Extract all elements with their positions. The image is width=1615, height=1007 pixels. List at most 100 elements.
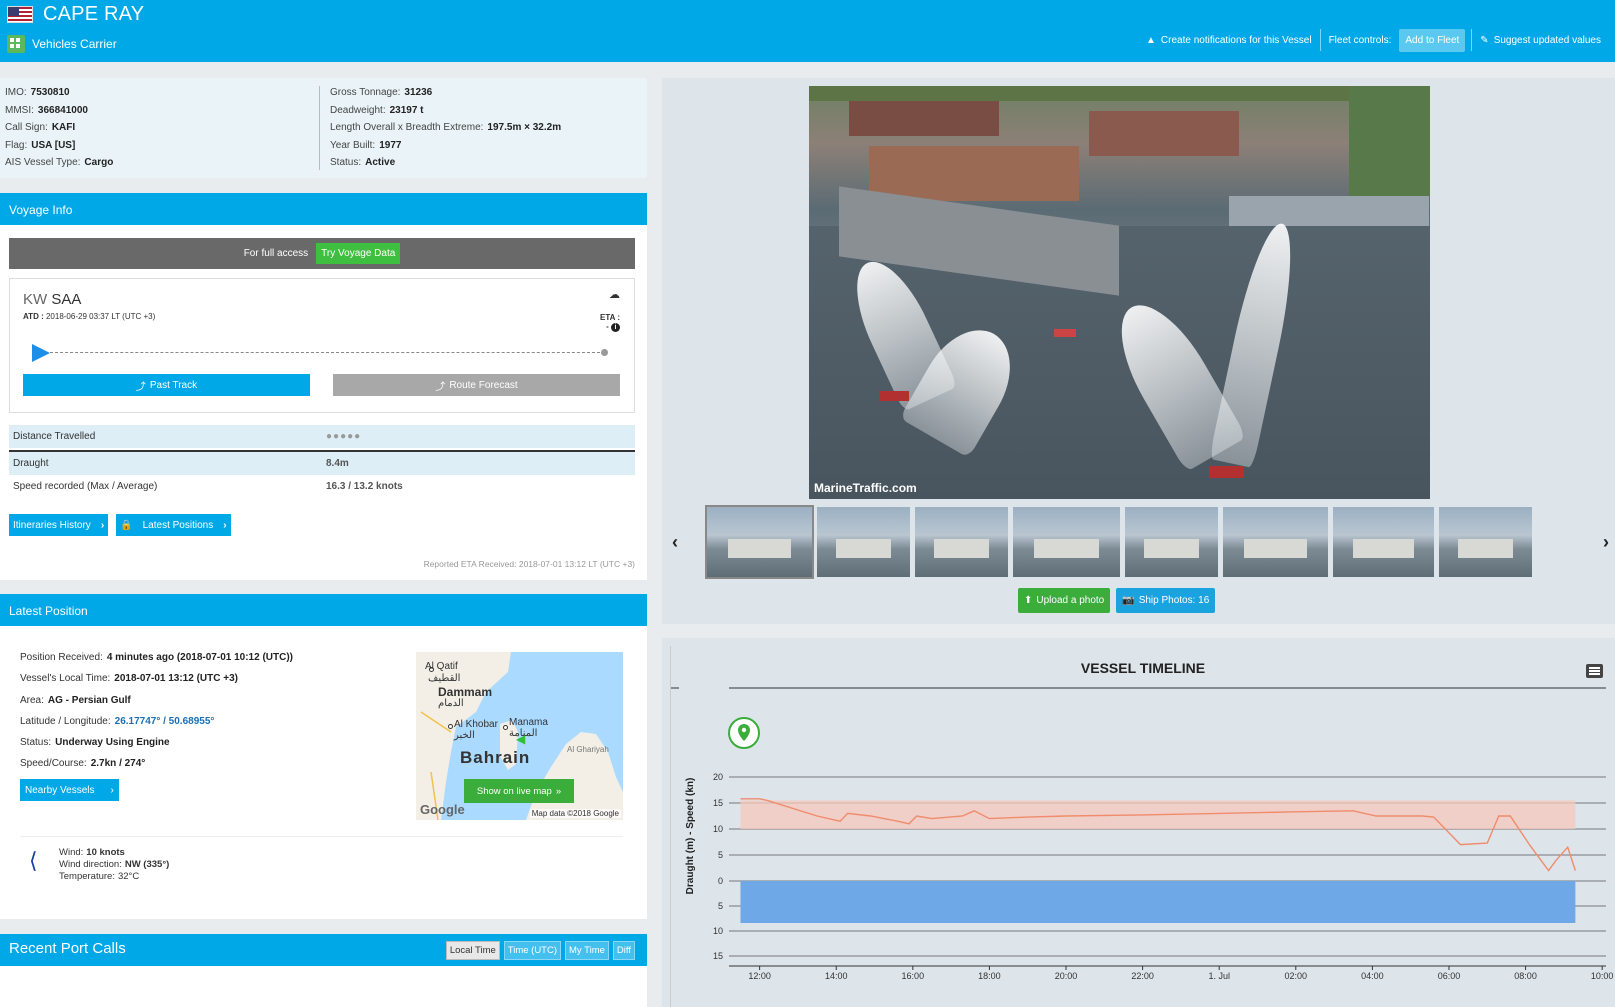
x-tick-label: 08:00 (1514, 971, 1537, 981)
x-tick-label: 22:00 (1131, 971, 1154, 981)
y-tick-label: 5 (718, 850, 723, 860)
photo-thumbnail[interactable] (1333, 507, 1434, 577)
photo-thumbnail[interactable] (1013, 507, 1120, 577)
draught-row: Draught 8.4m (9, 452, 635, 475)
ship-photos-button[interactable]: 📷 Ship Photos: 16 (1116, 588, 1216, 613)
wind-direction-icon: ⟨ (29, 848, 38, 873)
voyage-buttons: Itineraries History › 🔒 Latest Positions › (9, 514, 231, 536)
vessel-type: Vehicles Carrier (32, 37, 117, 51)
usa-flag-icon (7, 6, 33, 23)
camera-icon: 📷 (1122, 595, 1135, 606)
atd: ATD : 2018-06-29 03:37 LT (UTC +3) (23, 312, 156, 321)
map-attribution: Map data ©2018 Google (529, 809, 621, 818)
origin-port[interactable]: KW SAA (23, 291, 81, 308)
lock-icon: 🔒 (120, 519, 133, 531)
gallery-next-arrow-icon[interactable]: › (1603, 532, 1609, 553)
info-icon[interactable]: i (611, 323, 620, 332)
weather-icon[interactable]: ☁ (609, 288, 620, 301)
past-track-button[interactable]: ⤴ Past Track (23, 374, 310, 396)
x-tick-label: 02:00 (1285, 971, 1308, 981)
x-tick-label: 04:00 (1361, 971, 1384, 981)
photo-thumbnail[interactable] (915, 507, 1008, 577)
add-to-fleet-button[interactable]: Add to Fleet (1399, 28, 1466, 52)
y-tick-label: 15 (713, 951, 723, 961)
photo-thumbnail[interactable] (817, 507, 910, 577)
particulars-left: IMO: 7530810 MMSI: 366841000 Call Sign: KAF… (5, 87, 113, 175)
chevron-right-icon: › (223, 519, 227, 531)
fleet-controls-label: Fleet controls: (1328, 34, 1392, 46)
y-tick-label: 10 (713, 824, 723, 834)
distance-row: Distance Travelled ●●●●● (9, 425, 635, 448)
suggest-values-link[interactable]: ✎ Suggest updated values (1472, 35, 1609, 46)
lat-lon-link[interactable]: 26.17747° / 50.68955° (115, 716, 215, 727)
vehicles-carrier-icon (7, 35, 25, 53)
vessel-arrow-icon (32, 344, 50, 362)
gross-tonnage-row: Gross Tonnage: 31236 (330, 87, 433, 98)
main-vessel-photo[interactable]: MarineTraffic.com (809, 86, 1430, 499)
try-voyage-data-button[interactable]: Try Voyage Data (316, 243, 401, 264)
diff-button[interactable]: Diff (612, 941, 635, 960)
position-map[interactable]: Al Qatif القطيف Dammam الدمام Al Khobar … (416, 652, 623, 820)
route-progress-line (50, 352, 605, 353)
x-tick-label: 20:00 (1055, 971, 1078, 981)
status-row: Status: Active (330, 157, 396, 168)
y-tick-label: 15 (713, 798, 723, 808)
deadweight-row: Deadweight: 23197 t (330, 104, 424, 116)
y-tick-label: 10 (713, 926, 723, 936)
vessel-timeline-panel: 20 15 10 5 0 5 10 15 12:00 14:00 16:00 18:00 20:00 22… (662, 638, 1615, 1007)
bullhorn-icon: ▲ (1146, 34, 1156, 46)
x-tick-label: 14:00 (825, 971, 848, 981)
track-icon: ⤴ (435, 381, 446, 393)
my-time-button[interactable]: My Time (565, 941, 609, 960)
status-row: Status: Underway Using Engine (20, 737, 170, 749)
x-tick-label: 18:00 (978, 971, 1001, 981)
utc-time-button[interactable]: Time (UTC) (503, 941, 562, 960)
latest-position-title: Latest Position (0, 594, 647, 626)
photo-thumbnail[interactable] (705, 505, 814, 579)
upload-photo-button[interactable]: ⬆ Upload a photo (1018, 588, 1111, 613)
speed-course-row: Speed/Course: 2.7kn / 274° (20, 758, 146, 770)
call-sign-row: Call Sign: KAFI (5, 122, 76, 133)
chart-menu-icon[interactable] (1586, 664, 1603, 678)
route-box: KW SAA ATD : 2018-06-29 03:37 LT (UTC +3… (9, 278, 635, 413)
track-icon: ⤴ (135, 381, 146, 393)
latest-positions-button[interactable]: 🔒 Latest Positions › (116, 514, 231, 536)
header-actions: ▲ Create notifications for this Vessel F… (1138, 28, 1609, 52)
itineraries-history-button[interactable]: Itineraries History › (9, 514, 109, 536)
photo-thumbnails (705, 505, 1532, 579)
timeline-svg: 20 15 10 5 0 5 10 15 12:00 14:00 16:00 18:00 20:00 22… (671, 687, 1613, 981)
wind-row: Wind: 10 knots (59, 847, 125, 858)
speed-row: Speed recorded (Max / Average) 16.3 / 13.… (13, 481, 403, 492)
voyage-info-title: Voyage Info (0, 193, 647, 225)
vessel-particulars: IMO: 7530810 MMSI: 366841000 Call Sign: KAF… (0, 78, 647, 178)
chevron-right-icon: › (110, 784, 114, 796)
create-notifications-link[interactable]: ▲ Create notifications for this Vessel (1138, 35, 1320, 46)
double-chevron-icon: » (555, 785, 562, 797)
chevron-right-icon: › (100, 519, 105, 531)
eta: ETA :- i (600, 313, 620, 332)
temperature-row: Temperature: 32°C (59, 871, 140, 882)
area-row: Area: AG - Persian Gulf (20, 694, 131, 706)
photo-thumbnail[interactable] (1223, 507, 1328, 577)
show-on-live-map-button[interactable]: Show on live map» (464, 779, 574, 803)
gallery-prev-arrow-icon[interactable]: ‹ (672, 532, 678, 553)
x-tick-label: 16:00 (902, 971, 925, 981)
destination-dot (601, 349, 608, 356)
local-time-button[interactable]: Local Time (445, 941, 500, 960)
photo-buttons: ⬆ Upload a photo 📷 Ship Photos: 16 (1018, 588, 1216, 613)
dimensions-row: Length Overall x Breadth Extreme: 197.5m … (330, 122, 562, 133)
photo-thumbnail[interactable] (1125, 507, 1218, 577)
route-forecast-button[interactable]: ⤴ Route Forecast (333, 374, 620, 396)
nearby-vessels-button[interactable]: Nearby Vessels › (20, 779, 119, 801)
vessel-position-marker[interactable]: ◀ (516, 732, 525, 746)
city-marker (448, 724, 453, 729)
vessel-header: CAPE RAY Vehicles Carrier ▲ Create notif… (0, 0, 1615, 62)
y-tick-label: 5 (718, 901, 723, 911)
voyage-table: Distance Travelled ●●●●● Draught 8.4m Spee… (9, 425, 635, 498)
ais-type-row: AIS Vessel Type: Cargo (5, 157, 114, 168)
recent-port-calls-panel: Recent Port Calls Local Time Time (UTC) … (0, 934, 647, 1007)
photo-thumbnail[interactable] (1439, 507, 1532, 577)
timeline-chart: 20 15 10 5 0 5 10 15 12:00 14:00 16:00 18:00 20:00 22… (670, 646, 1615, 1007)
pencil-icon: ✎ (1480, 34, 1489, 46)
y-tick-label: 20 (713, 772, 723, 782)
